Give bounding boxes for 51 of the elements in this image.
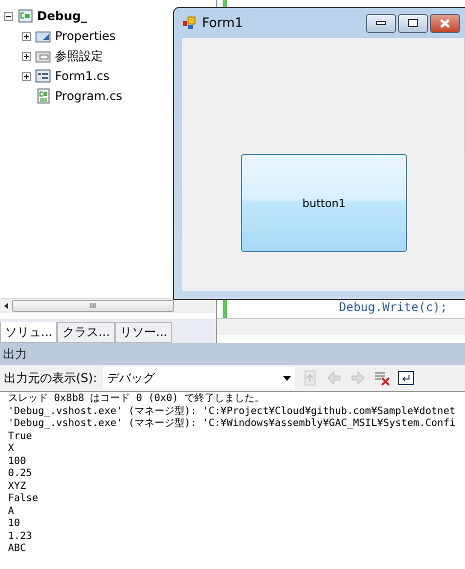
maximize-icon [408,19,418,27]
output-line: False [8,493,40,506]
tree-item[interactable]: Form1.cs [55,69,110,83]
form-button[interactable]: button1 [241,154,407,252]
left-arrow-icon [327,371,342,385]
output-line: 10 [8,518,22,530]
output-line: 1.23 [8,530,34,543]
panel-tab[interactable]: リソー... [114,322,172,343]
code-line: Debug.Write(c); [339,300,448,314]
toolbar-button[interactable] [397,369,416,387]
csharp-file-icon [35,88,51,104]
close-icon [440,18,450,28]
output-line: A [8,506,16,518]
word-wrap-icon [398,371,414,385]
window-title: Form1 [202,16,244,30]
form-icon [35,68,51,84]
expand-toggle[interactable] [22,32,31,40]
folder-icon [35,49,51,63]
output-line: 0.25 [8,468,34,480]
horizontal-scrollbar[interactable] [217,318,465,335]
close-button[interactable] [430,14,460,32]
output-line: 'Debug_.vshost.exe' (マネージ型): 'C:¥Windows¥assembly¥GAC_MSIL¥System.Confi [8,418,456,430]
minimize-button[interactable] [366,14,396,32]
source-label: 出力元の表示(S): [4,370,98,386]
output-line: XYZ [8,480,28,493]
output-line: X [8,443,16,456]
source-dropdown[interactable]: デバッグ [103,367,296,389]
output-line: ABC [8,543,28,556]
output-line: スレッド 0x8b8 はコード 0 (0x0) で終了しました。 [8,393,266,406]
expand-toggle[interactable] [22,72,31,80]
panel-tab[interactable]: ソリュ... [0,322,58,343]
right-arrow-icon [351,371,366,385]
tree-item[interactable]: Properties [55,29,116,43]
collapse-toggle[interactable] [4,12,13,20]
output-line: True [8,430,34,443]
panel-title: 出力 [3,346,27,362]
csharp-project-icon [17,8,33,24]
output-line: 100 [8,456,28,468]
dropdown-arrow-icon[interactable] [283,376,292,380]
tree-item[interactable]: Debug_ [37,9,87,23]
output-line: 'Debug_.vshost.exe' (マネージ型): 'C:¥Project¥Cloud¥github.com¥Sample¥dotnet [8,406,456,418]
tree-item[interactable]: 参照設定 [55,48,103,64]
minimize-icon [376,21,386,25]
tree-item[interactable]: Program.cs [55,89,122,103]
maximize-button[interactable] [398,14,428,32]
panel-tab[interactable]: クラス... [57,322,115,343]
form-app-icon [182,16,196,30]
folder-icon [35,29,51,43]
scroll-left-icon[interactable] [4,303,8,309]
expand-toggle[interactable] [22,52,31,60]
clear-lines-icon [374,370,390,386]
